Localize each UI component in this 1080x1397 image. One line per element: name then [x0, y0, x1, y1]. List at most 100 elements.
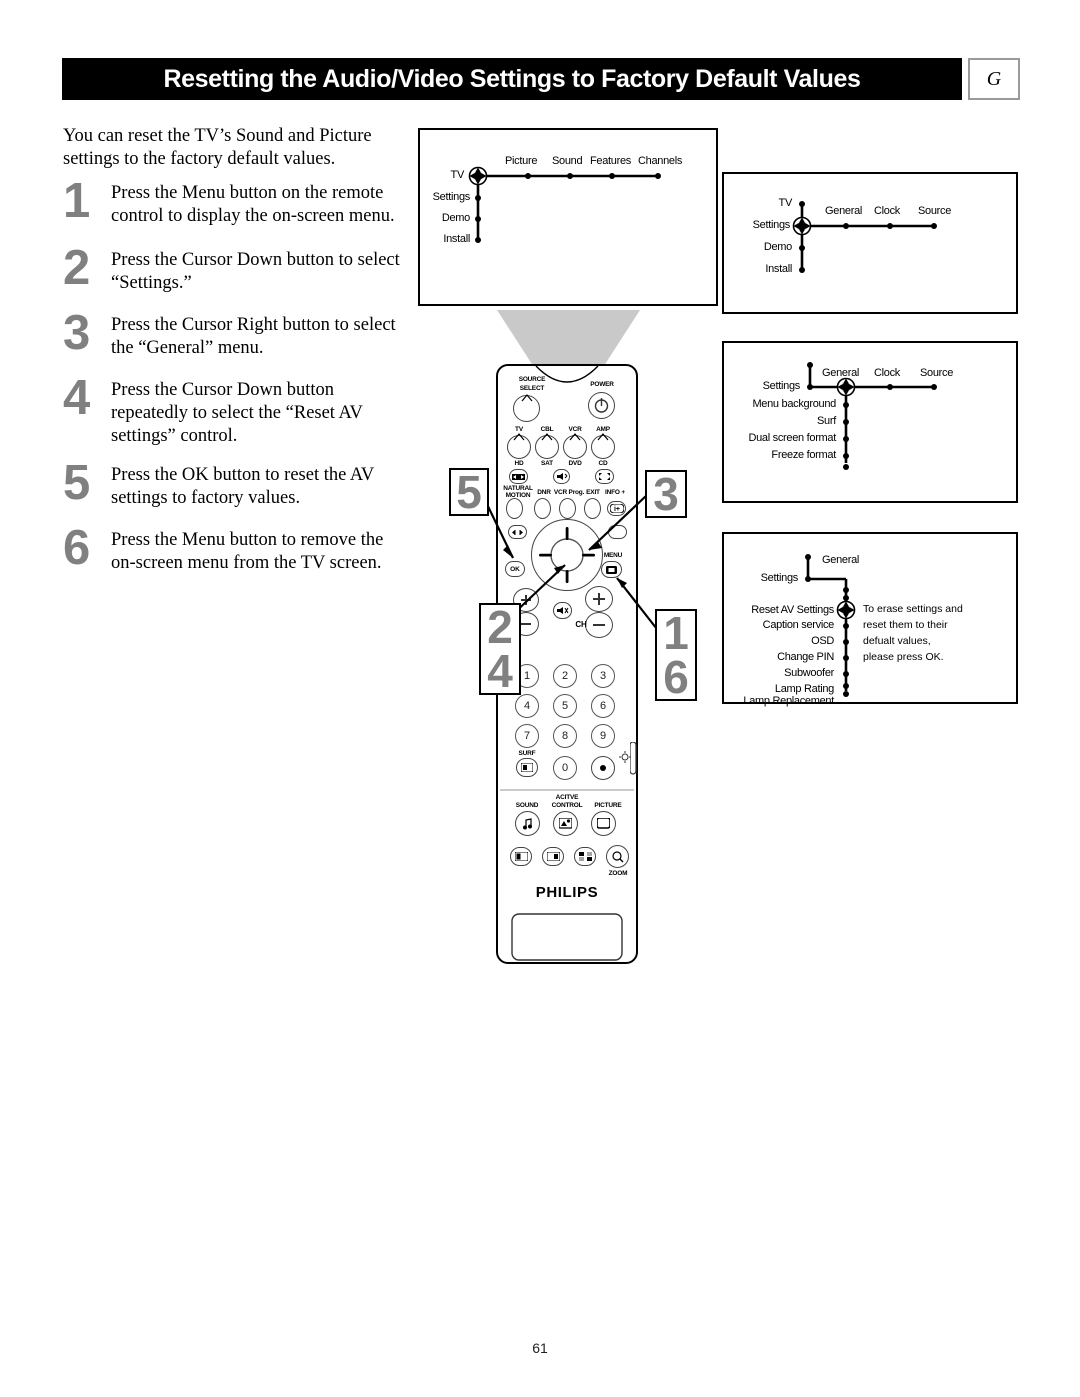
tv-screen-general-menu: Settings General Clock Source Menu backg…: [722, 341, 1018, 503]
help-text-line: reset them to their: [863, 619, 948, 631]
menu-button[interactable]: [601, 561, 622, 578]
dual-screen-icon-button[interactable]: [510, 847, 532, 866]
steps-list: 1 Press the Menu button on the remote co…: [63, 176, 408, 586]
step-number: 1: [63, 174, 91, 228]
menu-item-menu-background: Menu background: [752, 398, 836, 410]
step-text: Press the OK button to reset the AV sett…: [111, 465, 374, 508]
natural-motion-button[interactable]: [506, 498, 523, 519]
help-text-line: please press OK.: [863, 651, 944, 663]
menu-item-features: Features: [590, 155, 632, 167]
key-0[interactable]: 0: [553, 756, 577, 780]
mute-icon-button[interactable]: [553, 469, 570, 484]
menu-item-picture: Picture: [505, 155, 538, 167]
page-title-bar: Resetting the Audio/Video Settings to Fa…: [62, 58, 962, 100]
side-button[interactable]: [630, 742, 638, 776]
menu-item-source: Source: [920, 367, 954, 379]
section-tab-label: G: [986, 67, 1002, 90]
multi-screen-icon-button[interactable]: [574, 847, 596, 866]
list-item: 1 Press the Menu button on the remote co…: [63, 176, 408, 242]
ch-label: CH: [575, 620, 587, 629]
callout-number: 5: [456, 466, 482, 518]
dnr-label: DNR: [537, 489, 551, 496]
dot-button[interactable]: [591, 756, 615, 780]
philips-logo: PHILIPS: [535, 884, 599, 901]
intro-paragraph: You can reset the TV’s Sound and Picture…: [63, 126, 372, 169]
key-9[interactable]: 9: [591, 724, 615, 748]
ok-button[interactable]: OK: [505, 561, 525, 577]
menu-label: MENU: [603, 552, 623, 559]
key-5[interactable]: 5: [553, 694, 577, 718]
channel-icons: [593, 593, 605, 626]
power-label: POWER: [590, 381, 614, 388]
callout-step-2-4: 2 4: [479, 603, 521, 695]
step-number: 4: [63, 371, 91, 425]
tv-screen-settings-menu: TV Settings Demo Install General Clock S…: [722, 172, 1018, 314]
menu-item-demo: Demo: [441, 212, 470, 224]
key-7[interactable]: 7: [515, 724, 539, 748]
menu-item-reset-av-settings: Reset AV Settings: [751, 604, 834, 616]
step-number: 3: [63, 306, 91, 360]
key-6[interactable]: 6: [591, 694, 615, 718]
menu-item-demo: Demo: [763, 241, 792, 253]
menu-item-lamp-replacement: Lamp Replacement: [743, 695, 834, 707]
key-8[interactable]: 8: [553, 724, 577, 748]
picture-label: PICTURE: [594, 802, 622, 809]
callout-number: 1: [663, 607, 689, 659]
source-select-label-line1: SOURCE: [518, 376, 546, 383]
page-number: 61: [532, 1340, 548, 1356]
menu-item-clock: Clock: [874, 367, 901, 379]
key-2[interactable]: 2: [553, 664, 577, 688]
list-item: 2 Press the Cursor Down button to select…: [63, 243, 408, 307]
menu-item-freeze-format: Freeze format: [771, 449, 836, 461]
menu-item-settings: Settings: [760, 572, 799, 584]
key-4[interactable]: 4: [515, 694, 539, 718]
callout-step-3: 3: [645, 470, 687, 518]
step-text: Press the Menu button to remove the on-s…: [111, 530, 384, 573]
cursor-selector-icon: [836, 377, 856, 397]
step-number: 2: [63, 241, 91, 295]
menu-item-dual-screen-format: Dual screen format: [748, 432, 836, 444]
active-label: ACITVE: [555, 794, 579, 801]
exit-button[interactable]: [584, 498, 601, 519]
picture-button[interactable]: [591, 811, 616, 836]
help-text-line: defualt values,: [863, 635, 931, 647]
page-title: Resetting the Audio/Video Settings to Fa…: [163, 64, 861, 93]
sound-button[interactable]: [515, 811, 540, 836]
list-item: 4 Press the Cursor Down button repeatedl…: [63, 373, 408, 457]
natural-motion-icon-button[interactable]: [509, 469, 528, 484]
surf-label: SURF: [518, 750, 536, 757]
prev-channel-icon-button[interactable]: [508, 525, 527, 539]
step-text: Press the Menu button on the remote cont…: [111, 183, 395, 226]
zoom-icon-button[interactable]: [606, 845, 629, 868]
vcr-prog-label: VCR Prog.: [553, 489, 585, 496]
mute-button[interactable]: [553, 602, 572, 619]
key-3[interactable]: 3: [591, 664, 615, 688]
list-item: 3 Press the Cursor Right button to selec…: [63, 308, 408, 372]
menu-item-source: Source: [918, 205, 952, 217]
source-select-notch: [521, 394, 533, 402]
menu-item-surf: Surf: [817, 415, 836, 427]
info-button[interactable]: i+: [607, 501, 626, 516]
callout-step-5: 5: [449, 468, 489, 516]
cursor-selector-icon: [836, 600, 856, 620]
natural-motion-label-line1: NATURAL: [503, 485, 533, 492]
help-text-line: To erase settings and: [863, 603, 963, 615]
menu-item-install: Install: [765, 263, 792, 275]
vcr-prog-button[interactable]: [559, 498, 576, 519]
step-number: 6: [63, 521, 91, 575]
screen-format-icon-button[interactable]: [595, 469, 614, 484]
dnr-button[interactable]: [534, 498, 551, 519]
cursor-pad-arrows: [539, 527, 595, 583]
cursor-selector-icon: [792, 216, 812, 236]
channel-return-icon-button[interactable]: [608, 525, 627, 539]
menu-item-subwoofer: Subwoofer: [784, 667, 834, 679]
menu-item-change-pin: Change PIN: [777, 651, 834, 663]
menu-item-tv: TV: [778, 197, 793, 209]
menu-item-lamp-rating: Lamp Rating: [774, 683, 834, 695]
step-text: Press the Cursor Right button to select …: [111, 315, 396, 358]
control-button[interactable]: [553, 811, 578, 836]
section-tab: G: [968, 58, 1020, 100]
menu-item-osd: OSD: [811, 635, 834, 647]
surf-button[interactable]: [516, 758, 538, 777]
pip-icon-button[interactable]: [542, 847, 564, 866]
